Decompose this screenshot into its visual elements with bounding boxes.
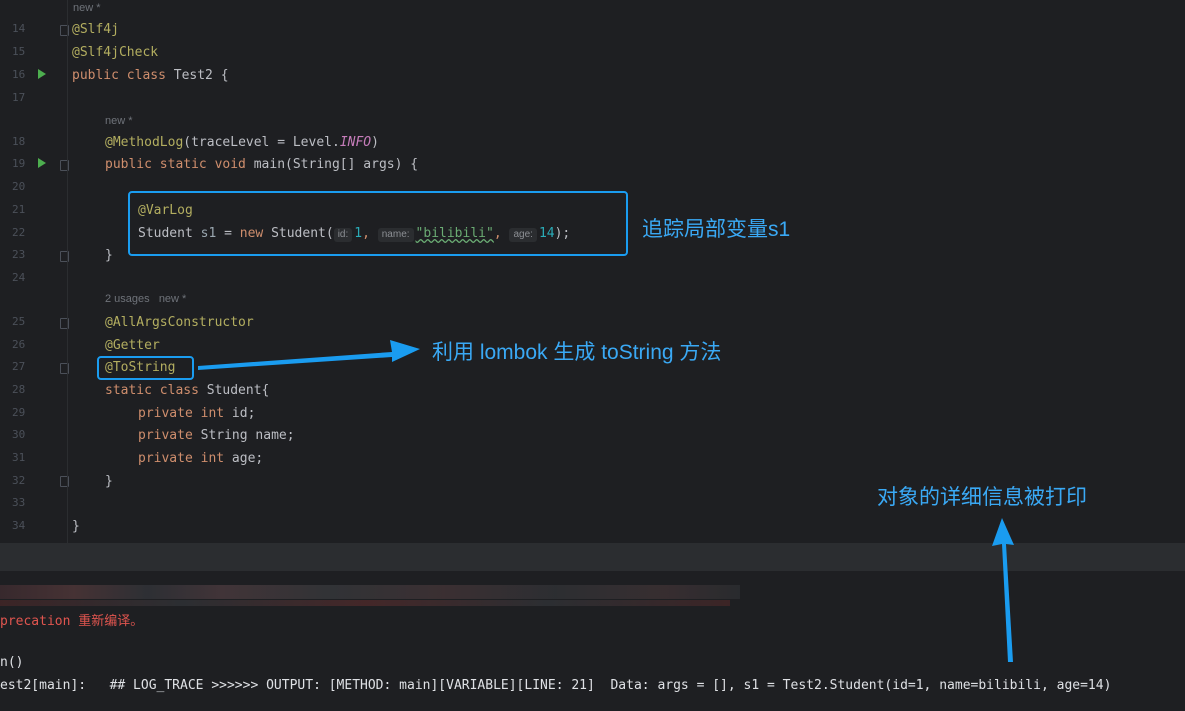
arrow-to-tostring-icon [198,340,420,370]
annotation-arrows [198,340,1014,662]
arrow-to-output-icon [992,518,1014,662]
